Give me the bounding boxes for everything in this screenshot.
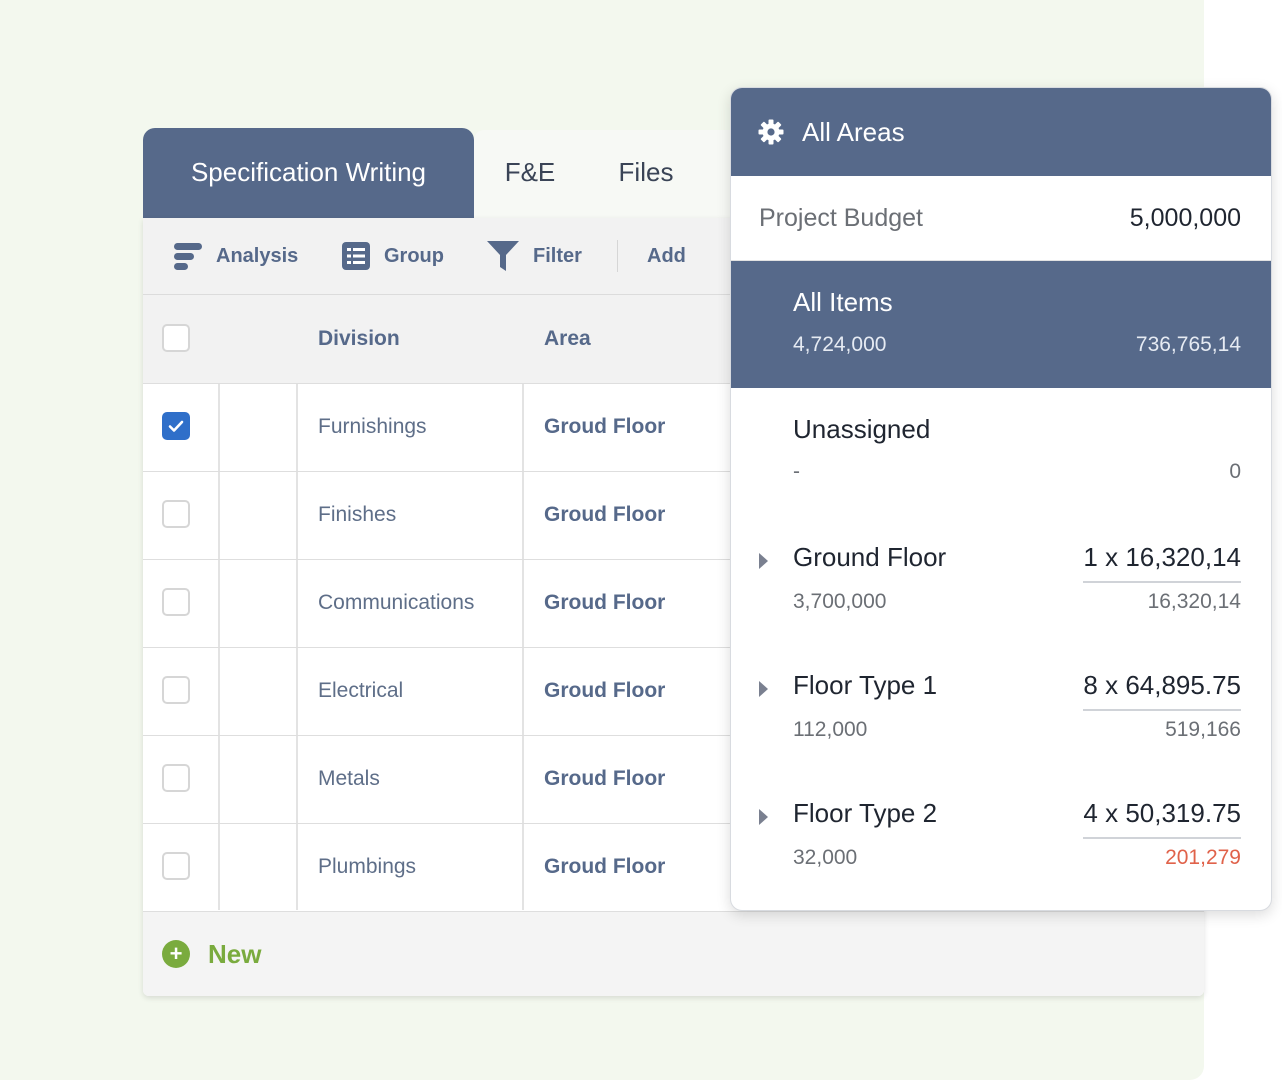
check-icon	[168, 420, 184, 432]
area-cell: Groud Floor	[544, 767, 666, 790]
area-quantity: 4 x 50,319.75	[1083, 798, 1241, 839]
new-item-button[interactable]: + New	[162, 912, 261, 996]
area-quantity: 1 x 16,320,14	[1083, 542, 1241, 583]
filter-icon	[487, 241, 519, 271]
row-checkbox[interactable]	[162, 852, 190, 880]
tab-specification-writing[interactable]: Specification Writing	[143, 128, 474, 218]
project-budget-label: Project Budget	[759, 204, 923, 232]
area-item-ground-floor[interactable]: Ground Floor 1 x 16,320,14 3,700,000 16,…	[731, 532, 1271, 660]
analysis-label: Analysis	[216, 244, 299, 267]
row-checkbox[interactable]	[162, 676, 190, 704]
area-name: Floor Type 2	[793, 798, 938, 828]
caret-right-icon[interactable]	[759, 809, 768, 825]
area-item-unassigned[interactable]: Unassigned - 0	[731, 388, 1271, 516]
gear-icon[interactable]	[758, 119, 784, 145]
area-cell: Groud Floor	[544, 591, 666, 614]
area-item-floor-type-2[interactable]: Floor Type 2 4 x 50,319.75 32,000 201,27…	[731, 788, 1271, 910]
toolbar-divider	[617, 240, 618, 272]
row-checkbox[interactable]	[162, 500, 190, 528]
row-checkbox[interactable]	[162, 588, 190, 616]
table-footer: + New	[143, 912, 1204, 996]
area-budget: 4,724,000	[793, 333, 887, 356]
header-area[interactable]: Area	[544, 295, 591, 383]
area-cell: Groud Floor	[544, 855, 666, 878]
area-quantity: 8 x 64,895.75	[1083, 670, 1241, 711]
area-cell: Groud Floor	[544, 679, 666, 702]
area-budget: 112,000	[793, 718, 868, 741]
division-cell: Electrical	[318, 679, 404, 702]
area-budget: -	[793, 460, 800, 483]
tab-fe[interactable]: F&E	[474, 128, 586, 218]
panel-title: All Areas	[802, 116, 905, 147]
caret-right-icon[interactable]	[759, 681, 768, 697]
project-budget-value: 5,000,000	[1129, 204, 1241, 232]
area-budget: 32,000	[793, 846, 858, 869]
area-name: Ground Floor	[793, 542, 947, 572]
area-total: 16,320,14	[1147, 590, 1241, 613]
tab-files[interactable]: Files	[586, 128, 706, 218]
area-cell: Groud Floor	[544, 503, 666, 526]
row-checkbox[interactable]	[162, 764, 190, 792]
group-button[interactable]: Group	[342, 218, 444, 294]
area-total: 519,166	[1165, 718, 1241, 741]
new-label: New	[208, 938, 262, 969]
division-cell: Plumbings	[318, 855, 417, 878]
division-cell: Metals	[318, 767, 380, 790]
area-total: 0	[1229, 460, 1241, 483]
area-item-floor-type-1[interactable]: Floor Type 1 8 x 64,895.75 112,000 519,1…	[731, 660, 1271, 788]
project-budget-row: Project Budget 5,000,000	[731, 176, 1271, 261]
division-cell: Furnishings	[318, 415, 427, 438]
area-total: 736,765,14	[1135, 333, 1241, 356]
area-name: All Items	[793, 287, 893, 317]
add-label: Add	[647, 244, 686, 267]
filter-label: Filter	[533, 244, 582, 267]
area-name: Unassigned	[793, 414, 931, 444]
group-label: Group	[384, 244, 444, 267]
select-all-checkbox[interactable]	[162, 324, 190, 352]
division-cell: Finishes	[318, 503, 397, 526]
add-button[interactable]: Add	[647, 218, 686, 294]
areas-panel-header: All Areas	[731, 88, 1271, 176]
list-icon	[342, 242, 370, 270]
area-total-over-budget: 201,279	[1165, 846, 1241, 869]
area-budget: 3,700,000	[793, 590, 887, 613]
row-checkbox[interactable]	[162, 412, 190, 440]
header-division[interactable]: Division	[318, 295, 400, 383]
tab-bar: Specification Writing F&E Files	[143, 128, 754, 218]
area-name: Floor Type 1	[793, 670, 938, 700]
analysis-button[interactable]: Analysis	[174, 218, 298, 294]
area-item-all-items[interactable]: All Items 4,724,000 736,765,14	[731, 261, 1271, 388]
plus-circle-icon: +	[162, 940, 190, 968]
division-cell: Communications	[318, 591, 475, 614]
caret-right-icon[interactable]	[759, 553, 768, 569]
area-cell: Groud Floor	[544, 415, 666, 438]
filter-button[interactable]: Filter	[487, 218, 582, 294]
areas-panel: All Areas Project Budget 5,000,000 All I…	[730, 87, 1272, 911]
analysis-icon	[174, 243, 202, 270]
